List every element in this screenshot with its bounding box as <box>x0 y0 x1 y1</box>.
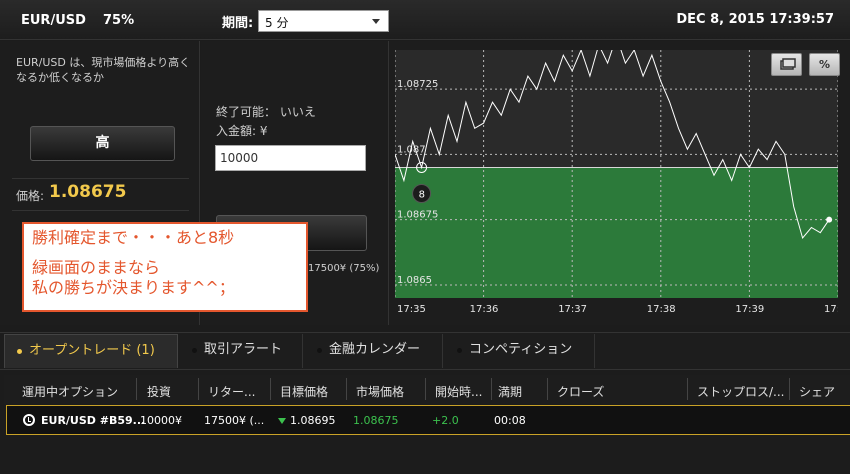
col-header: 運用中オプション <box>22 385 119 399</box>
x-tick-label: 17:39 <box>735 304 764 315</box>
col-divider <box>789 378 790 400</box>
tab-competition[interactable]: コンペティション <box>445 334 595 368</box>
annotation-note: 勝利確定まで・・・あと8秒 緑画面のままなら 私の勝ちが決まります^^； <box>22 222 308 312</box>
datetime: DEC 8, 2015 17:39:57 <box>676 12 834 27</box>
window-icon <box>780 58 796 70</box>
tab-dot-icon <box>17 349 22 354</box>
tab-open-trades[interactable]: オープントレード (1) <box>4 334 178 368</box>
bottom-empty-area <box>0 436 850 474</box>
chart-view-button[interactable] <box>771 53 802 76</box>
clock-icon <box>23 414 35 426</box>
deposit-label: 入金額: ¥ <box>216 124 268 138</box>
cell-option: EUR/USD #B59... <box>41 414 146 427</box>
high-button[interactable]: 高 <box>30 126 175 161</box>
y-tick-label: 1.08725 <box>397 79 438 90</box>
period-label: 期間: <box>222 16 254 31</box>
cell-target-price: 1.08695 <box>290 414 336 427</box>
col-divider <box>198 378 199 400</box>
col-header: リター... <box>208 385 256 399</box>
deposit-input[interactable] <box>215 145 366 171</box>
current-price-dot <box>826 216 833 223</box>
col-divider <box>491 378 492 400</box>
x-tick-label: 17:38 <box>647 304 676 315</box>
col-header: 市場価格 <box>356 385 405 399</box>
payout-percent: 75% <box>103 13 135 28</box>
x-tick-label: 17:4 <box>824 304 838 315</box>
col-header: 開始時... <box>435 385 483 399</box>
tab-label: 取引アラート <box>204 342 283 357</box>
win-zone <box>395 167 838 298</box>
tab-dot-icon <box>192 348 197 353</box>
col-header: 投資 <box>147 385 172 399</box>
col-header: シェア <box>799 385 836 399</box>
question-text: EUR/USD は、現市場価格より高くなるか低くなるか <box>16 56 191 84</box>
down-arrow-icon <box>278 418 286 424</box>
col-divider <box>270 378 271 400</box>
divider <box>12 210 189 211</box>
price-chart: 17:35 17:36 17:37 17:38 17:39 17:4 1.08725 1.08… <box>395 50 838 315</box>
tab-dot-icon <box>317 348 322 353</box>
note-line-1: 勝利確定まで・・・あと8秒 <box>32 228 235 247</box>
chevron-down-icon <box>372 19 380 24</box>
tab-label: コンペティション <box>469 342 573 357</box>
period-select-value: 5 分 <box>265 16 289 30</box>
y-tick-label: 1.0865 <box>397 275 432 286</box>
payout-info: 17500¥ (75%) <box>308 263 380 274</box>
note-line-2: 緑画面のままなら <box>32 258 161 277</box>
cell-expiry: 00:08 <box>494 414 526 427</box>
percent-view-button[interactable]: % <box>809 53 840 76</box>
x-tick-label: 17:36 <box>470 304 499 315</box>
tab-label: 金融カレンダー <box>329 342 421 357</box>
price-value: 1.08675 <box>49 182 127 202</box>
col-divider <box>687 378 688 400</box>
cell-investment: 10000¥ <box>140 414 182 427</box>
tab-label: オープントレード (1) <box>29 343 155 358</box>
col-divider <box>425 378 426 400</box>
note-line-3: 私の勝ちが決まります^^； <box>32 278 235 297</box>
x-tick-label: 17:37 <box>558 304 587 315</box>
price-label: 価格: <box>16 189 45 203</box>
entry-badge-label: 8 <box>419 189 425 200</box>
col-divider <box>346 378 347 400</box>
asset-name: EUR/USD <box>21 13 86 28</box>
col-header: 満期 <box>498 385 523 399</box>
cell-start: +2.0 <box>432 414 459 427</box>
col-divider <box>136 378 137 400</box>
early-close-text: 終了可能： いいえ <box>216 105 316 119</box>
tab-trade-alerts[interactable]: 取引アラート <box>180 334 303 368</box>
col-header: クローズ <box>557 385 605 399</box>
y-tick-label: 1.08675 <box>397 210 438 221</box>
col-header: 目標価格 <box>280 385 329 399</box>
col-header: ストップロス/... <box>697 385 785 399</box>
tab-dot-icon <box>457 348 462 353</box>
tab-financial-calendar[interactable]: 金融カレンダー <box>305 334 443 368</box>
x-tick-label: 17:35 <box>397 304 426 315</box>
period-select[interactable]: 5 分 <box>258 10 389 32</box>
col-divider <box>547 378 548 400</box>
cell-market-price: 1.08675 <box>353 414 399 427</box>
cell-return: 17500¥ (... <box>204 414 265 427</box>
divider <box>12 178 189 179</box>
